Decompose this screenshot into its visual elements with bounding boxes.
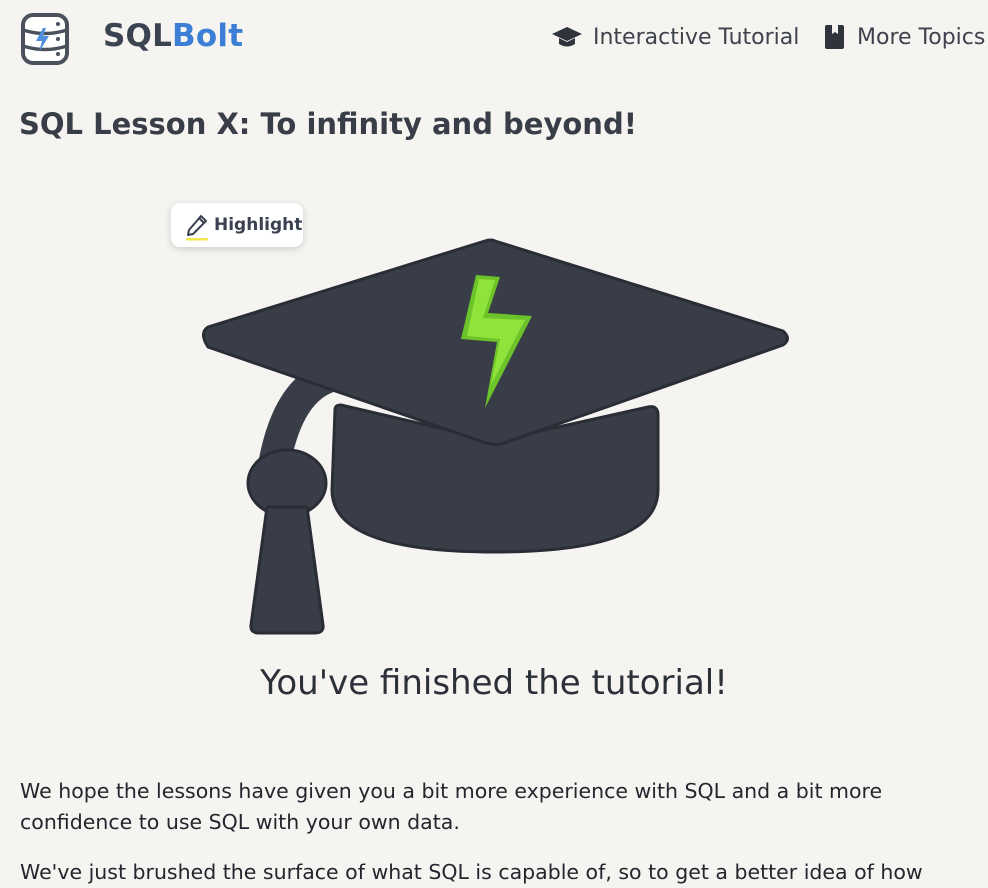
paragraph-intro: We hope the lessons have given you a bit… bbox=[20, 779, 883, 834]
nav-label-tutorial: Interactive Tutorial bbox=[593, 24, 800, 50]
database-bolt-logo-icon[interactable] bbox=[18, 12, 72, 66]
nav-interactive-tutorial[interactable]: Interactive Tutorial bbox=[551, 20, 799, 54]
brand-sql: SQL bbox=[103, 18, 173, 54]
nav-label-topics: More Topics bbox=[857, 24, 986, 50]
nav-more-topics[interactable]: More Topics bbox=[823, 20, 985, 54]
highlight-label: Highlight bbox=[214, 215, 303, 235]
brand-bolt: Bolt bbox=[172, 18, 244, 54]
lesson-title: SQL Lesson X: To infinity and beyond! bbox=[19, 107, 637, 141]
graduation-cap-bolt-icon bbox=[202, 238, 789, 635]
paragraph-next: We've just brushed the surface of what S… bbox=[20, 860, 923, 884]
site-header: SQLBolt Interactive Tutorial More Topics bbox=[0, 0, 988, 78]
finished-heading: You've finished the tutorial! bbox=[260, 663, 728, 703]
book-icon bbox=[825, 25, 844, 49]
brand-name[interactable]: SQLBolt bbox=[103, 16, 243, 56]
graduation-cap-icon bbox=[552, 27, 582, 47]
